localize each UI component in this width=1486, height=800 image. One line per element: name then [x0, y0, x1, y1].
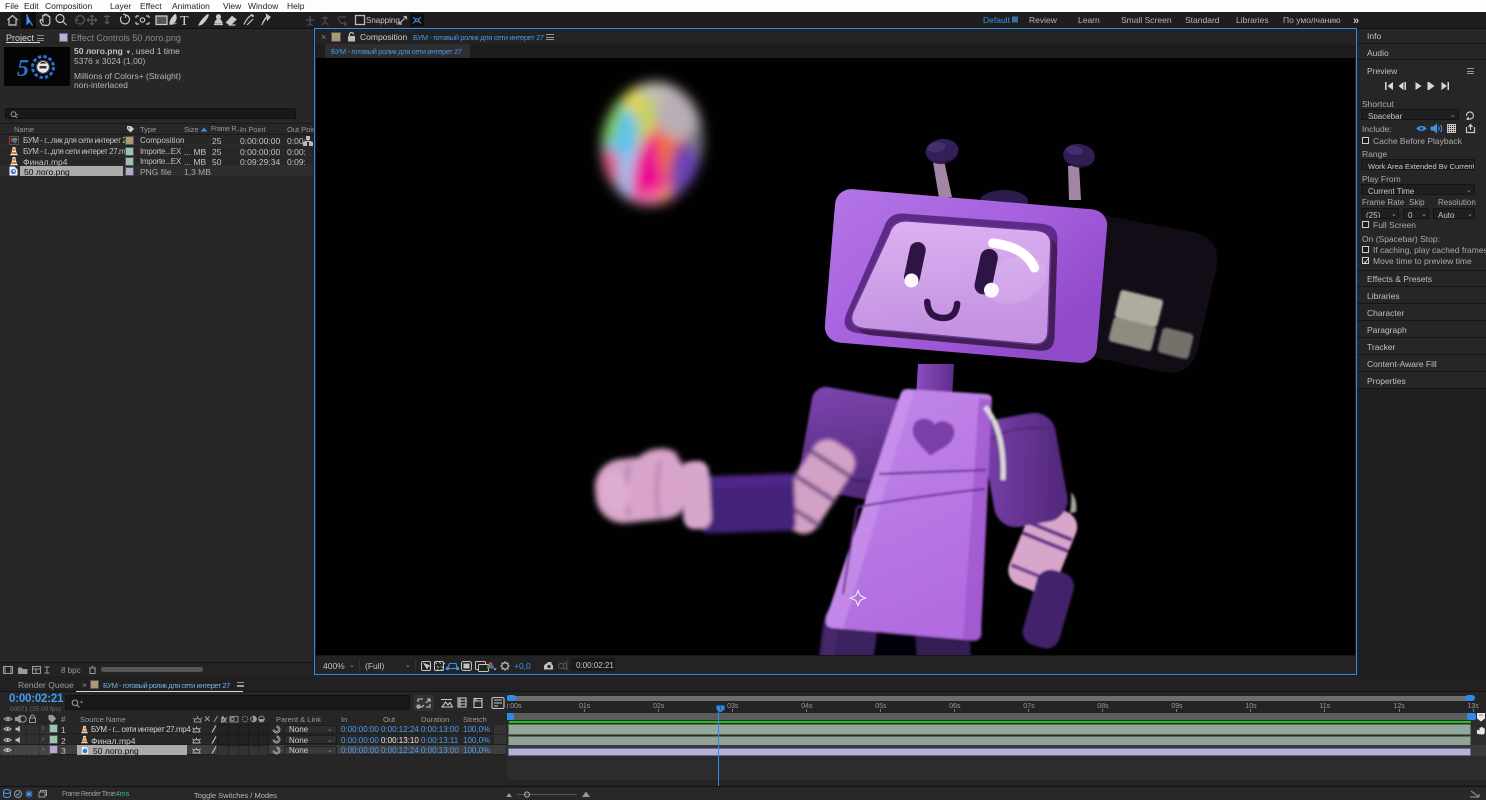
svg-text:5: 5 [17, 56, 29, 82]
svg-text:8 bpc: 8 bpc [61, 666, 81, 675]
svg-text:Snapping: Snapping [366, 16, 400, 25]
svg-text:Small Screen: Small Screen [1121, 15, 1172, 25]
svg-text:T: T [180, 14, 189, 28]
svg-text:Duration: Duration [421, 715, 449, 724]
svg-text:In: In [341, 715, 347, 724]
svg-text:+0,0: +0,0 [514, 661, 531, 671]
svg-text:#: # [61, 715, 66, 724]
svg-text:Learn: Learn [1078, 15, 1100, 25]
svg-text:Stretch: Stretch [463, 715, 487, 724]
svg-text:Out: Out [383, 715, 396, 724]
svg-text:fx: fx [221, 717, 227, 724]
svg-text:Source Name: Source Name [80, 715, 126, 724]
svg-text:Review: Review [1029, 15, 1058, 25]
svg-text:»: » [1353, 15, 1359, 27]
svg-text:По умолчанию: По умолчанию [1283, 15, 1341, 25]
svg-text:Default: Default [983, 15, 1011, 25]
svg-text:Standard: Standard [1185, 15, 1220, 25]
svg-text:Parent & Link: Parent & Link [276, 715, 321, 724]
svg-text:Libraries: Libraries [1236, 15, 1269, 25]
